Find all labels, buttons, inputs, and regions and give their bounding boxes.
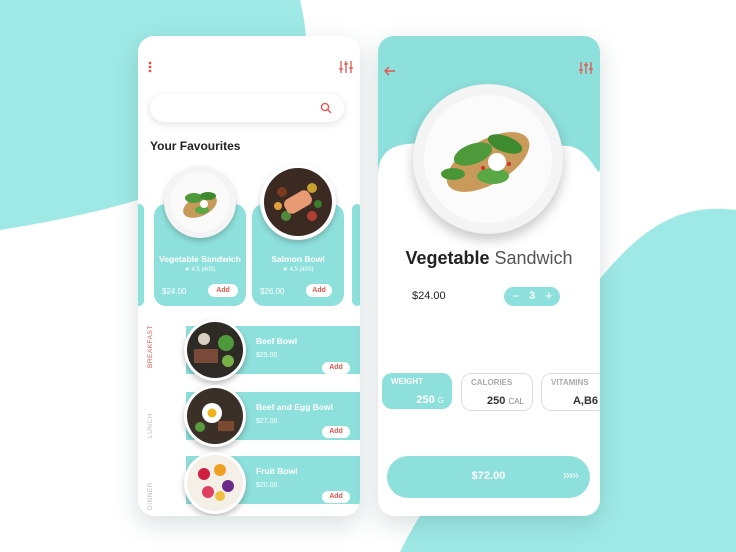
quantity-stepper[interactable]: − 3 + (504, 287, 560, 306)
category-tab-dinner[interactable]: DINNER (147, 482, 154, 510)
food-image (184, 385, 246, 447)
nutrition-vitamins[interactable]: VITAMINS A,B6 (541, 373, 600, 411)
meal-name: Fruit Bowl (256, 466, 298, 476)
sliders-icon[interactable] (338, 60, 354, 74)
chevrons-right-icon: ››››› (563, 468, 579, 482)
card-rating: ★ 4.5 (405) (282, 267, 314, 273)
nutrition-value: 250 G (416, 394, 444, 406)
search-input[interactable] (162, 99, 316, 119)
decrement-button[interactable]: − (512, 289, 519, 303)
category-tab-lunch[interactable]: LUNCH (147, 413, 154, 438)
add-button[interactable]: Add (322, 362, 350, 374)
sliders-icon[interactable] (578, 61, 594, 80)
meal-price: $25.00 (256, 352, 278, 359)
nutrition-weight[interactable]: WEIGHT 250 G (382, 373, 452, 409)
back-arrow-icon[interactable] (384, 63, 396, 81)
card-peek-left (138, 204, 144, 306)
search-icon[interactable] (320, 102, 332, 114)
meal-name: Beef Bowl (256, 336, 298, 346)
category-tab-breakfast[interactable]: BREAKFAST (147, 325, 154, 368)
increment-button[interactable]: + (545, 288, 553, 303)
meal-price: $20.00 (256, 482, 278, 489)
nutrition-label: CALORIES (471, 378, 513, 387)
food-image (184, 452, 246, 514)
meal-price: $27.00 (256, 418, 278, 425)
nutrition-value: 250 CAL (487, 395, 524, 407)
meal-name: Beef and Egg Bowl (256, 402, 333, 412)
nutrition-calories[interactable]: CALORIES 250 CAL (461, 373, 533, 411)
checkout-button[interactable]: $72.00 ››››› (387, 456, 590, 498)
product-title-light: Sandwich (494, 248, 573, 268)
favourites-title: Your Favourites (150, 139, 241, 153)
home-screen: Your Favourites Vegetable Sandwich ★ 4.5… (138, 36, 360, 516)
kebab-menu-icon[interactable] (147, 60, 153, 74)
add-button[interactable]: Add (322, 426, 350, 438)
nutrition-label: VITAMINS (551, 378, 589, 387)
add-button[interactable]: Add (322, 491, 350, 503)
favourite-card-content: Vegetable Sandwich ★ 4.5 (405) $24.00 Ad… (154, 204, 246, 306)
checkout-total: $72.00 (471, 470, 506, 482)
product-title-bold: Vegetable (405, 248, 490, 268)
favourite-card-content: Salmon Bowl ★ 4.5 (405) $26.00 Add (252, 204, 344, 306)
quantity-value: 3 (529, 290, 536, 302)
add-button[interactable]: Add (306, 284, 332, 297)
card-price: $24.00 (162, 287, 187, 296)
card-title: Salmon Bowl (271, 254, 325, 264)
product-title: Vegetable Sandwich (378, 248, 600, 269)
product-price: $24.00 (412, 290, 446, 302)
detail-screen: Vegetable Sandwich $24.00 − 3 + WEIGHT 2… (378, 36, 600, 516)
card-title: Vegetable Sandwich (159, 254, 241, 264)
background-shapes (0, 0, 736, 552)
food-image (184, 319, 246, 381)
card-rating: ★ 4.5 (405) (184, 267, 216, 273)
card-peek-right (352, 204, 360, 306)
nutrition-value: A,B6 (572, 395, 598, 407)
search-bar[interactable] (150, 94, 344, 122)
card-price: $26.00 (260, 287, 285, 296)
add-button[interactable]: Add (208, 284, 238, 297)
nutrition-label: WEIGHT (391, 377, 423, 386)
food-image (413, 84, 563, 234)
